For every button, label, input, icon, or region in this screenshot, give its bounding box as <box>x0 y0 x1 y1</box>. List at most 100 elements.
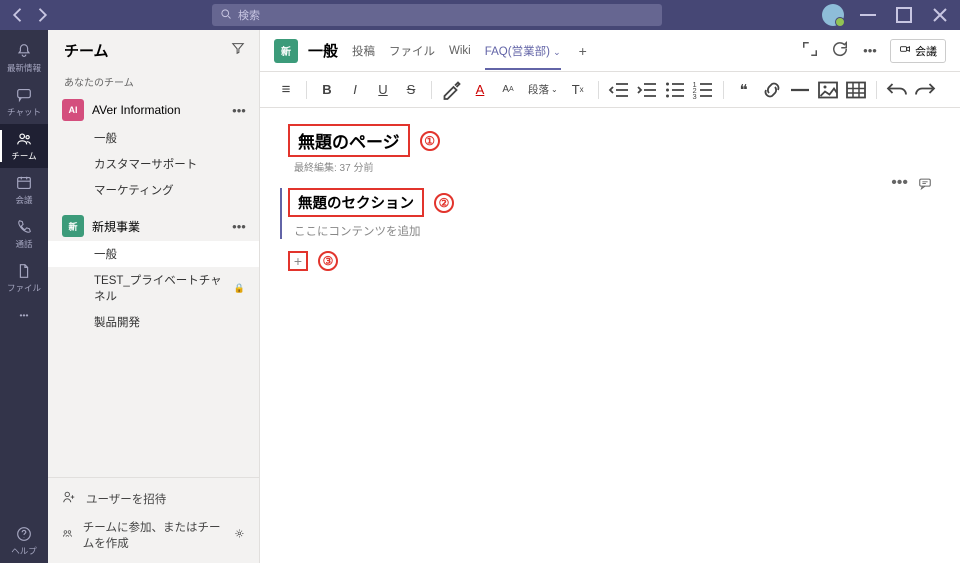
search-input[interactable]: 検索 <box>212 4 662 26</box>
hamburger-icon[interactable]: ≡ <box>274 78 298 102</box>
rail-label: ヘルプ <box>11 545 37 557</box>
image-button[interactable] <box>816 78 840 102</box>
rail-files[interactable]: ファイル <box>0 256 48 300</box>
gear-icon[interactable] <box>234 528 245 542</box>
rail-calls[interactable]: 通話 <box>0 212 48 256</box>
fontcolor-button[interactable]: A <box>468 78 492 102</box>
window-close[interactable] <box>928 3 952 27</box>
rail-activity[interactable]: 最新情報 <box>0 36 48 80</box>
rail-more[interactable]: ••• <box>0 300 48 330</box>
filter-icon[interactable] <box>231 41 245 60</box>
search-placeholder: 検索 <box>238 7 260 23</box>
channel-badge: 新 <box>274 39 298 63</box>
team-header[interactable]: 新 新規事業 ••• <box>48 211 259 241</box>
section-indicator <box>280 188 282 239</box>
rail-label: ファイル <box>7 282 41 294</box>
window-minimize[interactable] <box>856 3 880 27</box>
italic-button[interactable]: I <box>343 78 367 102</box>
bold-button[interactable]: B <box>315 78 339 102</box>
undo-button[interactable] <box>885 78 909 102</box>
page-title-input[interactable]: 無題のページ <box>288 124 410 157</box>
section-title-input[interactable]: 無題のセクション <box>288 188 424 217</box>
bullets-button[interactable] <box>663 78 687 102</box>
your-teams-caption: あなたのチーム <box>48 70 259 95</box>
clearformat-button[interactable]: Tx <box>566 78 590 102</box>
expand-icon[interactable] <box>800 39 820 62</box>
indent-button[interactable] <box>635 78 659 102</box>
join-label: チームに参加、またはチームを作成 <box>83 519 224 551</box>
hr-button[interactable] <box>788 78 812 102</box>
rail-label: チャット <box>7 106 41 118</box>
tab-wiki[interactable]: Wiki <box>449 34 471 68</box>
rail-label: 通話 <box>15 238 32 250</box>
nav-forward[interactable] <box>32 5 52 25</box>
channel-item[interactable]: カスタマーサポート <box>48 151 259 177</box>
rail-calendar[interactable]: 会議 <box>0 168 48 212</box>
table-button[interactable] <box>844 78 868 102</box>
meet-button[interactable]: 会議 <box>890 39 946 63</box>
team-name: 新規事業 <box>92 218 221 235</box>
file-icon <box>15 262 33 280</box>
window-maximize[interactable] <box>892 3 916 27</box>
last-edit-text: 最終編集: 37 分前 <box>288 157 932 188</box>
channel-item[interactable]: マーケティング <box>48 177 259 203</box>
conversation-icon[interactable] <box>918 174 932 193</box>
add-tab-button[interactable]: + <box>575 43 591 59</box>
panel-title: チーム <box>64 40 109 61</box>
tab-files[interactable]: ファイル <box>389 32 435 70</box>
search-icon <box>220 8 232 23</box>
rail-label: 会議 <box>15 194 32 206</box>
refresh-icon[interactable] <box>830 39 850 62</box>
invite-label: ユーザーを招待 <box>86 491 166 507</box>
outdent-button[interactable] <box>607 78 631 102</box>
team-badge: 新 <box>62 215 84 237</box>
rail-chat[interactable]: チャット <box>0 80 48 124</box>
rail-label: 最新情報 <box>7 62 41 74</box>
chat-icon <box>15 86 33 104</box>
fontsize-button[interactable]: AA <box>496 78 520 102</box>
annotation-2: ② <box>434 193 454 213</box>
rail-help[interactable]: ヘルプ <box>0 519 48 563</box>
tab-posts[interactable]: 投稿 <box>352 32 375 70</box>
channel-item[interactable]: TEST_プライベートチャネル 🔒 <box>48 267 259 309</box>
quote-button[interactable]: ❝ <box>732 78 756 102</box>
channel-item[interactable]: 製品開発 <box>48 309 259 335</box>
rail-label: チーム <box>11 150 36 162</box>
meet-label: 会議 <box>915 43 937 59</box>
invite-users[interactable]: ユーザーを招待 <box>48 484 259 513</box>
nav-back[interactable] <box>8 5 28 25</box>
more-icon[interactable]: ••• <box>860 43 880 58</box>
more-icon: ••• <box>15 306 33 324</box>
join-create-team[interactable]: チームに参加、またはチームを作成 <box>48 513 259 557</box>
team-more-icon[interactable]: ••• <box>229 219 249 234</box>
link-button[interactable] <box>760 78 784 102</box>
team-header[interactable]: AI AVer Information ••• <box>48 95 259 125</box>
highlight-button[interactable] <box>440 78 464 102</box>
invite-icon <box>62 490 76 507</box>
lock-icon: 🔒 <box>234 283 245 294</box>
rail-teams[interactable]: チーム <box>0 124 48 168</box>
strike-button[interactable]: S <box>399 78 423 102</box>
phone-icon <box>15 218 33 236</box>
channel-item[interactable]: 一般 <box>48 241 259 267</box>
tab-faq[interactable]: FAQ(営業部) ⌄ <box>485 32 561 70</box>
channel-label: TEST_プライベートチャネル <box>94 272 228 304</box>
team-more-icon[interactable]: ••• <box>229 103 249 118</box>
avatar[interactable] <box>822 4 844 26</box>
channel-label: マーケティング <box>94 182 174 198</box>
underline-button[interactable]: U <box>371 78 395 102</box>
numlist-button[interactable]: 123 <box>691 78 715 102</box>
section-more-icon[interactable]: ••• <box>891 174 908 193</box>
teams-icon <box>15 130 33 148</box>
add-section-button[interactable]: + <box>288 251 308 271</box>
calendar-icon <box>15 174 33 192</box>
redo-button[interactable] <box>913 78 937 102</box>
channel-item[interactable]: 一般 <box>48 125 259 151</box>
channel-label: 一般 <box>94 130 117 146</box>
join-icon <box>62 528 73 542</box>
content-placeholder[interactable]: ここにコンテンツを追加 <box>288 217 932 249</box>
chevron-down-icon: ⌄ <box>553 47 561 57</box>
paragraph-dropdown[interactable]: 段落 ⌄ <box>524 82 562 97</box>
bell-icon <box>15 42 33 60</box>
channel-label: 製品開発 <box>94 314 140 330</box>
